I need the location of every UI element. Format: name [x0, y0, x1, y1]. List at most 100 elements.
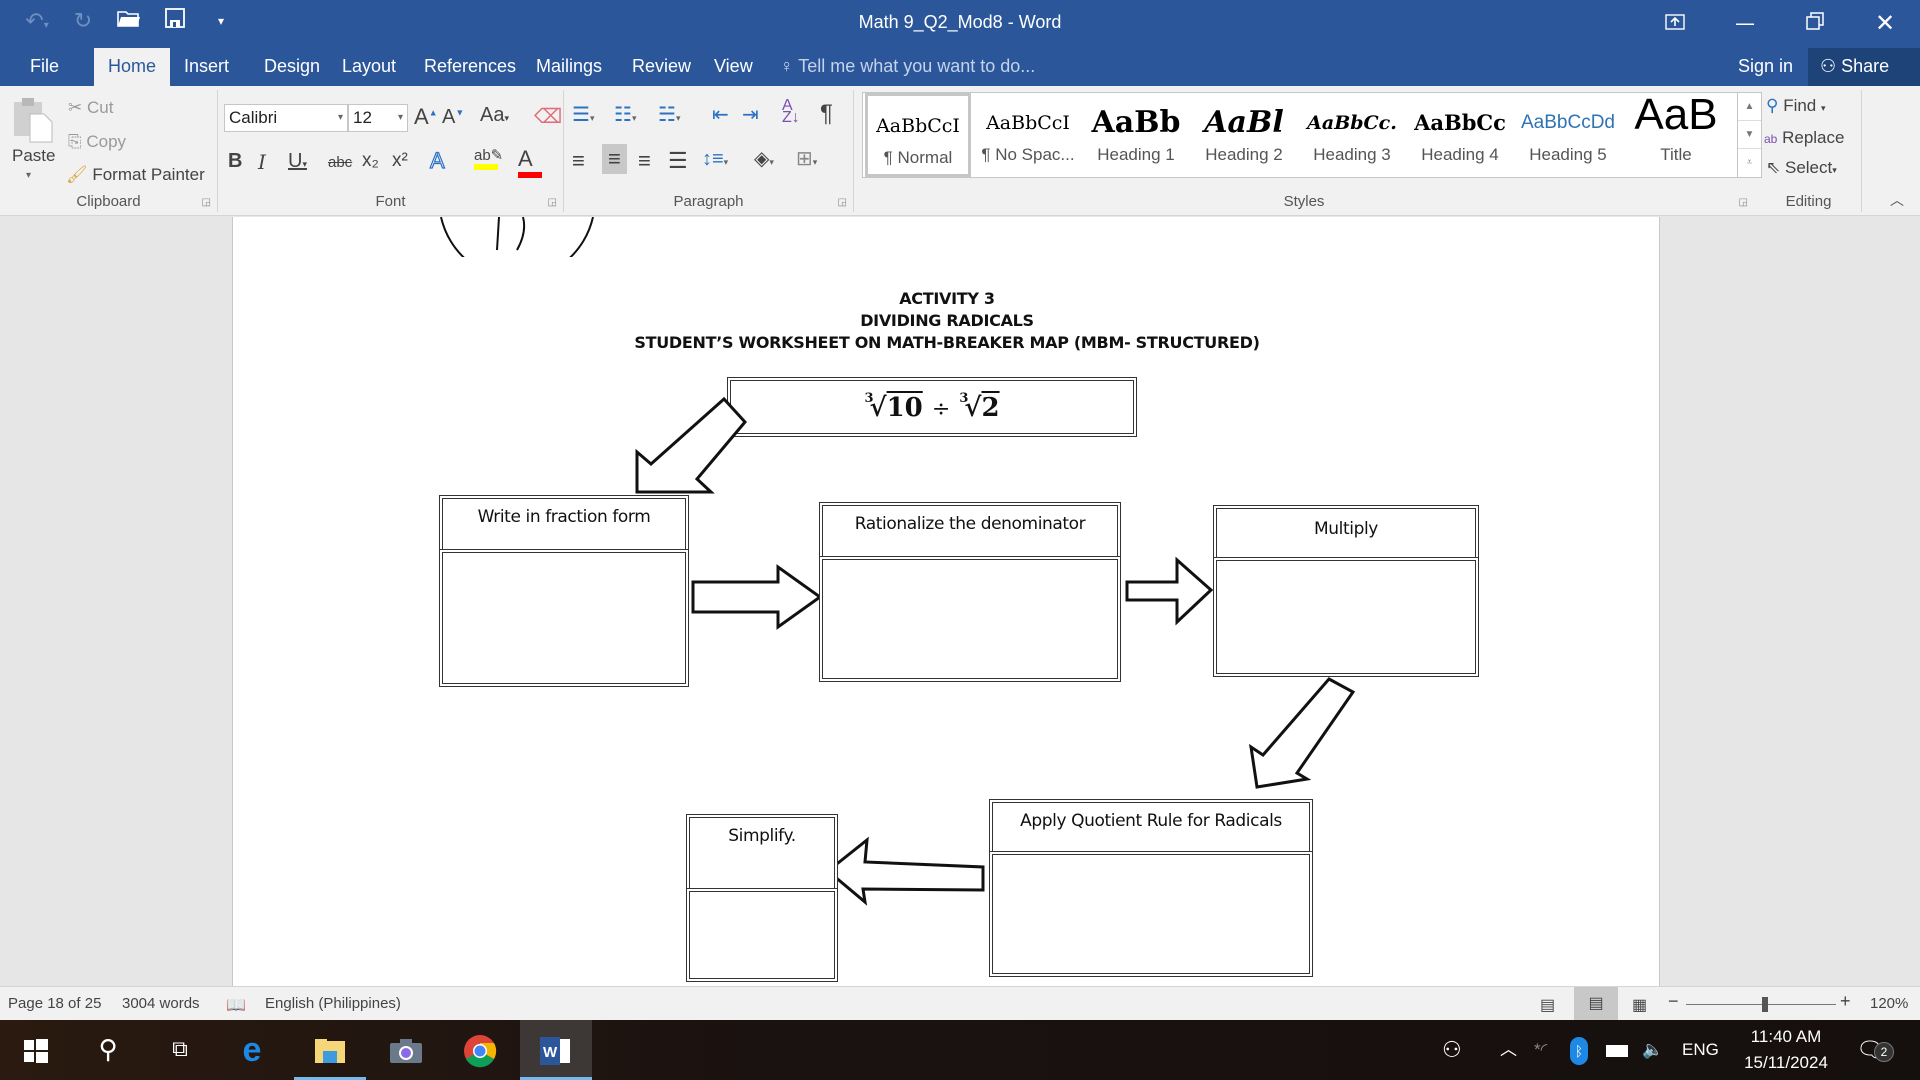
start-button[interactable] — [0, 1020, 72, 1080]
language-indicator[interactable]: English (Philippines) — [265, 995, 401, 1012]
action-center-icon[interactable]: 🗨 2 — [1856, 1020, 1894, 1080]
print-layout-icon[interactable]: ▤ — [1574, 987, 1618, 1020]
tab-mailings[interactable]: Mailings — [524, 48, 614, 86]
bluetooth-icon[interactable]: ᛒ — [1570, 1020, 1588, 1080]
file-explorer-icon[interactable] — [294, 1020, 366, 1080]
decrease-indent-icon[interactable]: ⇤ — [712, 102, 729, 127]
replace-button[interactable]: ab Replace — [1764, 128, 1844, 148]
font-color-button[interactable]: A — [518, 146, 542, 178]
styles-dialog-launcher-icon[interactable]: ◲ — [1739, 197, 1748, 208]
highlight-color-button[interactable]: ab✎ — [474, 146, 503, 170]
style-heading-4[interactable]: AaBbCc Heading 4 — [1407, 93, 1513, 177]
camera-icon[interactable] — [370, 1020, 442, 1080]
subscript-button[interactable]: x₂ — [362, 150, 379, 172]
style-normal[interactable]: AaBbCcI ¶ Normal — [865, 93, 971, 177]
task-view-icon[interactable]: ⧉ — [144, 1020, 216, 1080]
align-right-icon[interactable]: ≡ — [638, 148, 651, 174]
step-answer-cell[interactable] — [686, 888, 838, 982]
find-button[interactable]: ⚲ Find ▾ — [1766, 96, 1826, 116]
tab-design[interactable]: Design — [252, 48, 332, 86]
tab-references[interactable]: References — [412, 48, 528, 86]
tab-insert[interactable]: Insert — [172, 48, 241, 86]
volume-icon[interactable]: 🔈 — [1642, 1020, 1663, 1080]
increase-indent-icon[interactable]: ⇥ — [742, 102, 759, 127]
share-button[interactable]: ⚇ Share — [1808, 48, 1920, 86]
input-language[interactable]: ENG — [1682, 1020, 1719, 1080]
text-effects-icon[interactable]: A — [429, 147, 445, 174]
restore-icon[interactable] — [1780, 0, 1850, 46]
show-hidden-icons-chevron[interactable]: ︿ — [1500, 1020, 1517, 1080]
paste-dropdown-icon[interactable]: ▾ — [26, 170, 31, 181]
bullets-icon[interactable]: ☰▾ — [572, 102, 594, 127]
cut-button[interactable]: ✂ Cut — [68, 98, 113, 118]
tell-me-search[interactable]: ♀ Tell me what you want to do... — [780, 48, 1035, 84]
line-spacing-icon[interactable]: ↕≡▾ — [702, 148, 728, 171]
superscript-button[interactable]: x² — [392, 150, 408, 172]
font-size-combo[interactable]: 12 ▾ — [348, 104, 408, 132]
step-answer-cell[interactable] — [1213, 557, 1479, 677]
align-center-icon[interactable]: ≡ — [602, 144, 627, 174]
step-answer-cell[interactable] — [439, 549, 689, 687]
tab-review[interactable]: Review — [620, 48, 703, 86]
tab-home[interactable]: Home — [94, 48, 171, 86]
multilevel-list-icon[interactable]: ☵▾ — [658, 102, 680, 127]
step-answer-cell[interactable] — [989, 851, 1313, 977]
clear-formatting-icon[interactable]: ⌫ — [534, 104, 562, 129]
paste-button[interactable] — [12, 96, 54, 149]
copy-button[interactable]: ⎘ Copy — [68, 132, 126, 152]
ribbon-display-options-icon[interactable] — [1640, 0, 1710, 46]
italic-button[interactable]: I — [258, 150, 266, 174]
style-heading-1[interactable]: AaBb Heading 1 — [1083, 93, 1189, 177]
zoom-slider-thumb[interactable] — [1761, 997, 1768, 1012]
people-icon[interactable]: ⚇ — [1442, 1020, 1462, 1080]
sign-in-link[interactable]: Sign in — [1738, 48, 1793, 84]
proofing-icon[interactable]: 📖 — [226, 995, 246, 1015]
change-case-button[interactable]: Aa▾ — [480, 104, 509, 127]
document-area[interactable]: ACTIVITY 3 DIVIDING RADICALS STUDENT’S W… — [0, 217, 1920, 986]
style-heading-5[interactable]: AaBbCcDd Heading 5 — [1515, 93, 1621, 177]
shrink-font-icon[interactable]: A▼ — [442, 106, 464, 129]
zoom-level[interactable]: 120% — [1870, 995, 1908, 1012]
search-icon[interactable]: ⚲ — [72, 1020, 144, 1080]
bold-button[interactable]: B — [228, 150, 242, 173]
align-left-icon[interactable]: ≡ — [572, 148, 585, 174]
show-marks-button[interactable]: ¶ — [820, 100, 833, 128]
select-button[interactable]: ⇖ Select▾ — [1766, 158, 1837, 178]
sort-icon[interactable]: A Z↓ — [782, 98, 800, 126]
minimize-icon[interactable]: — — [1710, 0, 1780, 46]
grow-font-icon[interactable]: A▲ — [414, 104, 438, 130]
collapse-ribbon-icon[interactable]: ︿ — [1890, 190, 1904, 210]
document-page[interactable]: ACTIVITY 3 DIVIDING RADICALS STUDENT’S W… — [232, 217, 1660, 986]
page-count[interactable]: Page 18 of 25 — [8, 995, 101, 1012]
numbering-icon[interactable]: ☷▾ — [614, 102, 636, 127]
strikethrough-button[interactable]: abc — [328, 154, 352, 171]
format-painter-button[interactable]: 🖌 Format Painter — [66, 165, 205, 185]
style-title[interactable]: AaB Title — [1623, 93, 1729, 177]
clipboard-dialog-launcher-icon[interactable]: ◲ — [202, 197, 211, 208]
borders-icon[interactable]: ⊞▾ — [796, 146, 817, 171]
zoom-out-button[interactable]: − — [1668, 991, 1679, 1012]
justify-icon[interactable]: ☰ — [668, 148, 688, 174]
wifi-icon[interactable]: *◜ — [1534, 1020, 1547, 1080]
read-mode-icon[interactable]: ▤ — [1540, 995, 1555, 1015]
font-name-combo[interactable]: Calibri ▾ — [224, 104, 348, 132]
step-answer-cell[interactable] — [819, 556, 1121, 682]
zoom-in-button[interactable]: + — [1840, 991, 1851, 1012]
clock[interactable]: 11:40 AM 15/11/2024 — [1736, 1020, 1836, 1080]
style-heading-3[interactable]: AaBbCc. Heading 3 — [1299, 93, 1405, 177]
edge-icon[interactable]: e — [216, 1020, 288, 1080]
tab-view[interactable]: View — [702, 48, 765, 86]
paragraph-dialog-launcher-icon[interactable]: ◲ — [838, 197, 847, 208]
paste-label[interactable]: Paste — [12, 146, 55, 166]
underline-button[interactable]: U▾ — [288, 150, 307, 173]
battery-icon[interactable] — [1606, 1020, 1628, 1080]
style-no-spacing[interactable]: AaBbCcI ¶ No Spac... — [975, 93, 1081, 177]
tab-layout[interactable]: Layout — [330, 48, 408, 86]
shading-icon[interactable]: ◈▾ — [754, 146, 774, 171]
style-heading-2[interactable]: AaBl Heading 2 — [1191, 93, 1297, 177]
font-dialog-launcher-icon[interactable]: ◲ — [548, 197, 557, 208]
zoom-slider[interactable] — [1686, 997, 1836, 1012]
web-layout-icon[interactable]: ▦ — [1632, 995, 1647, 1015]
close-icon[interactable]: ✕ — [1850, 0, 1920, 46]
chrome-icon[interactable] — [444, 1020, 516, 1080]
